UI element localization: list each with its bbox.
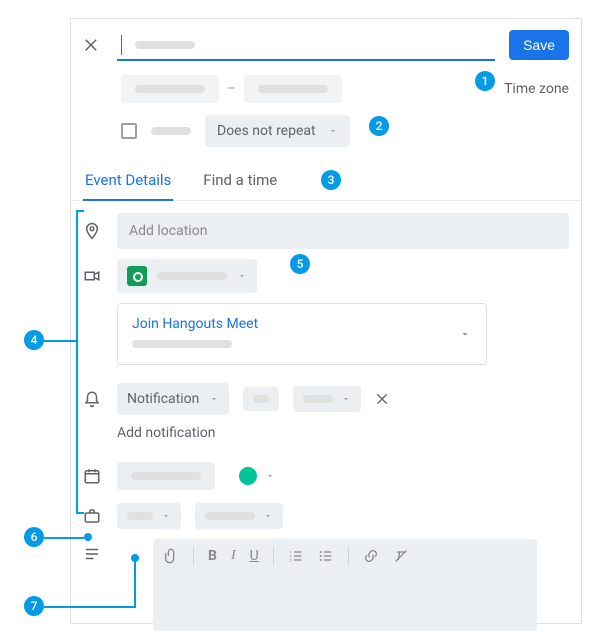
hangouts-icon	[127, 266, 147, 286]
annotation-leader	[44, 606, 136, 608]
briefcase-icon	[81, 507, 103, 525]
annotation-bracket	[76, 210, 78, 514]
notification-label: Notification	[127, 391, 199, 407]
save-button[interactable]: Save	[509, 30, 569, 60]
annotation-2: 2	[369, 116, 389, 136]
availability-select[interactable]	[195, 503, 283, 529]
chevron-down-icon	[263, 511, 273, 521]
annotation-leader	[134, 560, 136, 608]
annotation-dot	[84, 533, 92, 541]
bulleted-list-icon[interactable]	[318, 548, 334, 564]
description-icon	[81, 545, 103, 563]
calendar-icon	[81, 467, 103, 485]
chevron-down-icon[interactable]	[458, 327, 472, 341]
annotation-7: 7	[24, 596, 44, 616]
tab-event-details[interactable]: Event Details	[83, 171, 173, 201]
remove-notification-icon[interactable]	[375, 391, 391, 407]
time-zone-label[interactable]: Time zone	[504, 81, 569, 97]
chevron-down-icon	[328, 126, 338, 136]
attach-icon[interactable]	[163, 548, 179, 564]
annotation-dot	[131, 554, 139, 562]
svg-text:3: 3	[289, 557, 291, 562]
annotation-leader	[44, 537, 84, 539]
annotation-4: 4	[24, 330, 44, 350]
event-editor-panel: Save – Time zone Does not repeat Event D…	[70, 18, 582, 624]
color-select[interactable]	[229, 459, 285, 493]
chevron-down-icon	[209, 394, 219, 404]
description-input[interactable]: B I U 123	[153, 539, 537, 631]
notification-icon	[81, 390, 103, 408]
annotation-3: 3	[321, 170, 341, 190]
chevron-down-icon	[161, 511, 171, 521]
close-icon[interactable]	[83, 36, 103, 54]
underline-icon[interactable]: U	[250, 548, 259, 564]
tab-find-a-time[interactable]: Find a time	[201, 171, 279, 200]
chevron-down-icon	[237, 271, 247, 281]
annotation-6: 6	[24, 527, 44, 547]
recurrence-select[interactable]: Does not repeat	[205, 115, 350, 147]
visibility-select[interactable]	[117, 503, 181, 529]
title-input[interactable]	[117, 29, 495, 61]
numbered-list-icon[interactable]: 123	[288, 548, 304, 564]
annotation-1: 1	[475, 71, 495, 91]
annotation-leader	[44, 340, 76, 342]
chevron-down-icon	[341, 394, 351, 404]
add-notification-button[interactable]: Add notification	[117, 425, 569, 441]
video-icon	[81, 267, 103, 285]
start-datetime[interactable]	[121, 75, 219, 103]
link-icon[interactable]	[363, 548, 379, 564]
end-datetime[interactable]	[244, 75, 342, 103]
notification-unit-select[interactable]	[293, 386, 361, 412]
all-day-label	[151, 127, 191, 135]
join-meet-link[interactable]: Join Hangouts Meet	[132, 316, 258, 332]
notification-number-input[interactable]	[243, 387, 279, 411]
location-icon	[81, 222, 103, 240]
clear-formatting-icon[interactable]	[393, 548, 409, 564]
annotation-5: 5	[290, 254, 310, 274]
to-separator: –	[227, 81, 236, 97]
chevron-down-icon	[265, 471, 275, 481]
all-day-checkbox[interactable]	[121, 123, 137, 139]
location-input[interactable]: Add location	[117, 213, 569, 249]
italic-icon[interactable]: I	[231, 548, 236, 564]
notification-method-select[interactable]: Notification	[117, 383, 229, 415]
calendar-select[interactable]	[117, 462, 215, 490]
recurrence-label: Does not repeat	[217, 123, 316, 139]
color-swatch	[239, 467, 257, 485]
bold-icon[interactable]: B	[208, 548, 217, 564]
conferencing-select[interactable]	[117, 259, 257, 293]
join-meet-card[interactable]: Join Hangouts Meet	[117, 303, 487, 365]
